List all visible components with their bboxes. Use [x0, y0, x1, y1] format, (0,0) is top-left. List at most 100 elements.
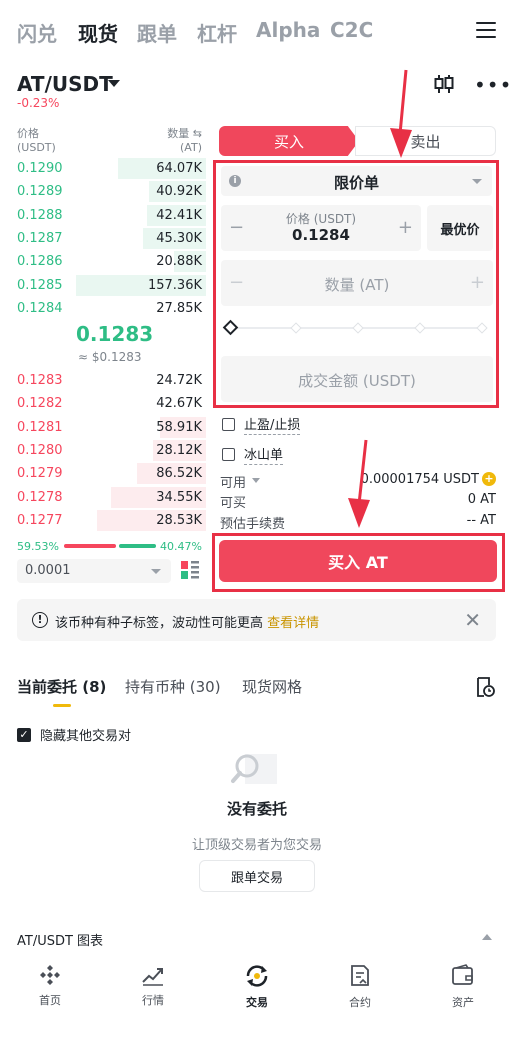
tab-alpha[interactable]: Alpha	[256, 18, 320, 42]
row-qty: 86.52K	[156, 466, 202, 482]
menu-icon[interactable]	[476, 22, 496, 40]
nav-home[interactable]: 首页	[10, 964, 90, 1008]
row-qty: 42.67K	[156, 396, 202, 412]
sell-ratio: 40.47%	[160, 540, 202, 553]
row-price: 0.1280	[17, 442, 63, 458]
chevron-down-icon	[151, 569, 161, 574]
tab-copy-trading[interactable]: 跟单	[137, 18, 177, 47]
bid-row[interactable]: 0.1277 28.53K	[0, 509, 210, 532]
active-tab-indicator	[53, 704, 71, 707]
tab-sell[interactable]: 卖出	[355, 126, 496, 156]
ask-row[interactable]: 0.1285 157.36K	[0, 274, 210, 297]
futures-doc-icon	[351, 965, 369, 986]
row-price: 0.1286	[17, 254, 63, 270]
annotation-arrow-icon	[348, 439, 370, 528]
row-qty: 45.30K	[156, 230, 202, 246]
ob-qty-header[interactable]: 数量 ⇆ (AT)	[150, 127, 202, 155]
bid-row[interactable]: 0.1282 42.67K	[0, 392, 210, 415]
candlestick-icon[interactable]	[433, 74, 455, 94]
buy-ratio-bar	[64, 544, 116, 548]
tp-sl-checkbox[interactable]: 止盈/止损	[222, 414, 301, 435]
chevron-up-icon	[482, 934, 492, 940]
empty-title: 没有委托	[226, 800, 287, 818]
row-qty: 24.72K	[156, 373, 202, 388]
copy-trade-button[interactable]: 跟单交易	[199, 860, 315, 892]
row-price: 0.1282	[17, 396, 63, 412]
row-qty: 58.91K	[156, 419, 202, 435]
ask-row[interactable]: 0.1288 42.41K	[0, 204, 210, 227]
row-price: 0.1284	[17, 300, 63, 316]
ask-row[interactable]: 0.1290 64.07K	[0, 157, 210, 180]
row-price: 0.1289	[17, 184, 63, 200]
row-price: 0.1285	[17, 277, 63, 293]
buy-ratio: 59.53%	[17, 540, 59, 553]
row-price: 0.1281	[17, 419, 63, 435]
more-icon[interactable]: •••	[474, 75, 512, 95]
row-qty: 40.92K	[156, 184, 202, 200]
market-chart-icon	[142, 968, 163, 986]
view-details-link[interactable]: 查看详情	[267, 616, 319, 631]
nav-futures[interactable]: 合约	[320, 964, 400, 1010]
tab-margin[interactable]: 杠杆	[197, 18, 237, 47]
row-qty: 28.12K	[156, 442, 202, 458]
annotation-arrow-icon	[390, 69, 412, 158]
tab-c2c[interactable]: C2C	[330, 18, 373, 42]
precision-select[interactable]: 0.0001	[17, 559, 171, 583]
form-highlight-box	[213, 160, 499, 408]
ask-row[interactable]: 0.1289 40.92K	[0, 180, 210, 203]
iceberg-checkbox[interactable]: 冰山单	[222, 444, 284, 465]
row-price: 0.1278	[17, 489, 63, 505]
tab-holdings[interactable]: 持有币种 (30)	[125, 676, 221, 697]
bottom-nav: 首页 行情 交易 合约 资产	[0, 956, 514, 1038]
row-price: 0.1288	[17, 207, 63, 223]
tab-spot-grid[interactable]: 现货网格	[242, 676, 302, 697]
pair-change: -0.23%	[17, 96, 60, 110]
row-price: 0.1283	[17, 373, 63, 388]
nav-assets[interactable]: 资产	[423, 964, 503, 1010]
home-icon	[40, 965, 60, 985]
top-nav: 闪兑 现货 跟单 杠杆 Alpha C2C	[0, 0, 514, 64]
tab-open-orders[interactable]: 当前委托 (8)	[17, 676, 106, 697]
buy-highlight-box	[212, 533, 505, 592]
trade-icon	[246, 965, 268, 987]
ob-price-header: 价格 (USDT)	[17, 127, 56, 154]
sell-ratio-bar	[119, 544, 156, 548]
chevron-down-icon[interactable]	[108, 80, 120, 87]
row-qty: 28.53K	[156, 512, 202, 528]
empty-search-icon	[231, 754, 277, 784]
tab-buy[interactable]: 买入	[219, 126, 359, 156]
ask-row[interactable]: 0.1287 45.30K	[0, 227, 210, 250]
nav-trade[interactable]: 交易	[217, 964, 297, 1010]
row-price: 0.1279	[17, 466, 63, 482]
bid-row[interactable]: 0.1280 28.12K	[0, 439, 210, 462]
wallet-icon	[452, 964, 473, 985]
close-icon[interactable]: ✕	[464, 608, 481, 632]
tab-spot[interactable]: 现货	[78, 18, 118, 47]
seed-tag-notice: ! 该币种有种子标签，波动性可能更高 查看详情 ✕	[17, 599, 496, 641]
bid-row[interactable]: 0.1283 24.72K	[0, 369, 210, 392]
bid-row[interactable]: 0.1281 58.91K	[0, 416, 210, 439]
empty-subtitle: 让顶级交易者为您交易	[191, 838, 322, 853]
row-price: 0.1290	[17, 161, 63, 176]
ask-row[interactable]: 0.1286 20.88K	[0, 250, 210, 273]
chart-toggle-bar[interactable]: AT/USDT 图表	[0, 918, 514, 956]
hide-other-pairs-checkbox[interactable]: ✓ 隐藏其他交易对	[17, 725, 131, 744]
row-price: 0.1277	[17, 512, 63, 528]
ask-row[interactable]: 0.1284 27.85K	[0, 297, 210, 320]
nav-markets[interactable]: 行情	[113, 964, 193, 1008]
swap-icon: ⇆	[192, 127, 202, 140]
row-qty: 27.85K	[156, 300, 202, 316]
order-history-icon[interactable]	[475, 676, 495, 698]
order-book-layout-icon[interactable]	[180, 560, 200, 580]
pair-symbol[interactable]: AT/USDT	[17, 72, 113, 96]
bid-row[interactable]: 0.1278 34.55K	[0, 486, 210, 509]
mid-price[interactable]: 0.1283	[76, 322, 153, 346]
tab-convert[interactable]: 闪兑	[17, 18, 57, 47]
row-price: 0.1287	[17, 230, 63, 246]
chevron-down-icon[interactable]	[252, 478, 260, 483]
mid-price-usd: ≈ $0.1283	[78, 350, 142, 364]
row-qty: 34.55K	[156, 489, 202, 505]
add-funds-icon[interactable]: +	[482, 472, 496, 486]
bid-row[interactable]: 0.1279 86.52K	[0, 462, 210, 485]
row-qty: 64.07K	[156, 161, 202, 176]
